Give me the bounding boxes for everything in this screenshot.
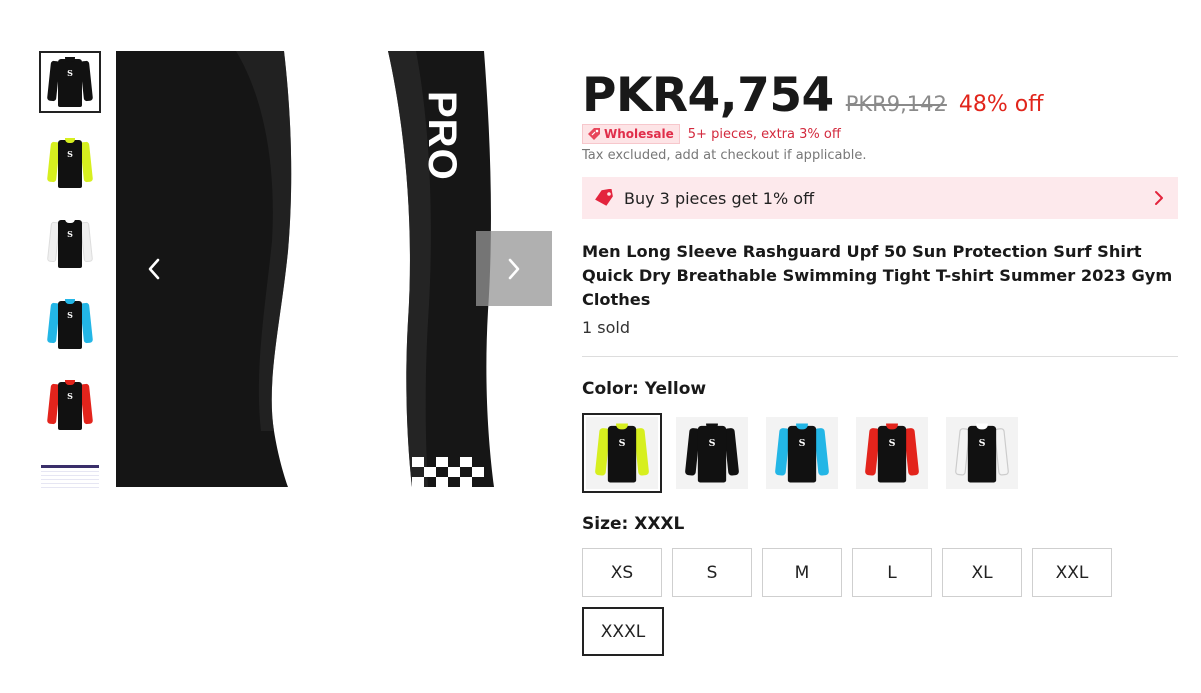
price-tag-icon — [595, 189, 613, 206]
thumbnail-size-chart[interactable] — [40, 455, 100, 488]
color-label: Color: Yellow — [582, 379, 707, 399]
chevron-left-icon — [148, 258, 160, 279]
thumbnail-strip: S S S S S — [38, 50, 102, 488]
size-option-xl[interactable]: XL — [942, 548, 1022, 597]
size-option-xxl[interactable]: XXL — [1032, 548, 1112, 597]
size-option-s[interactable]: S — [672, 548, 752, 597]
shirt-image: S — [684, 421, 740, 485]
shirt-image: S — [46, 378, 94, 432]
thumbnail-white[interactable]: S — [40, 213, 100, 273]
size-option-xs[interactable]: XS — [582, 548, 662, 597]
shirt-image: S — [594, 421, 650, 485]
next-image-button[interactable] — [476, 231, 552, 306]
sold-count: 1 sold — [582, 318, 630, 337]
wholesale-row: Wholesale 5+ pieces, extra 3% off — [582, 124, 841, 144]
chevron-right-icon — [508, 258, 520, 279]
shirt-image: S — [954, 421, 1010, 485]
shirt-image: S — [46, 136, 94, 190]
color-option-red[interactable]: S — [852, 413, 932, 493]
shirt-image: S — [46, 55, 94, 109]
promo-text: Buy 3 pieces get 1% off — [624, 188, 815, 208]
tag-icon — [588, 128, 600, 140]
wholesale-badge: Wholesale — [582, 124, 680, 144]
thumbnail-red[interactable]: S — [40, 375, 100, 435]
thumbnail-yellow[interactable]: S — [40, 133, 100, 193]
tax-note: Tax excluded, add at checkout if applica… — [582, 148, 867, 163]
size-label: Size: XXXL — [582, 514, 685, 534]
chevron-right-icon — [1155, 191, 1163, 205]
thumbnail-blue[interactable]: S — [40, 294, 100, 354]
thumbnail-black[interactable]: S — [39, 51, 101, 113]
price-row: PKR4,754 PKR9,142 48% off — [582, 68, 1043, 123]
discount-percent: 48% off — [958, 92, 1044, 117]
shirt-image: S — [864, 421, 920, 485]
color-option-black[interactable]: S — [672, 413, 752, 493]
divider — [582, 356, 1178, 357]
shirt-image: S — [46, 216, 94, 270]
size-option-m[interactable]: M — [762, 548, 842, 597]
shirt-image: S — [774, 421, 830, 485]
sleeve-print-text: PRO — [420, 91, 464, 181]
product-title: Men Long Sleeve Rashguard Upf 50 Sun Pro… — [582, 242, 1173, 309]
shirt-image: S — [46, 297, 94, 351]
promo-bar[interactable]: Buy 3 pieces get 1% off — [582, 177, 1178, 219]
size-option-l[interactable]: L — [852, 548, 932, 597]
current-price: PKR4,754 — [582, 68, 834, 123]
color-option-white[interactable]: S — [942, 413, 1022, 493]
color-option-blue[interactable]: S — [762, 413, 842, 493]
wholesale-badge-label: Wholesale — [604, 127, 674, 141]
wholesale-detail: 5+ pieces, extra 3% off — [687, 126, 841, 142]
size-option-xxxl[interactable]: XXXL — [582, 607, 664, 656]
size-chart-image — [41, 465, 99, 488]
color-option-yellow[interactable]: S — [582, 413, 662, 493]
previous-image-button[interactable] — [116, 231, 192, 306]
original-price: PKR9,142 — [845, 92, 947, 116]
